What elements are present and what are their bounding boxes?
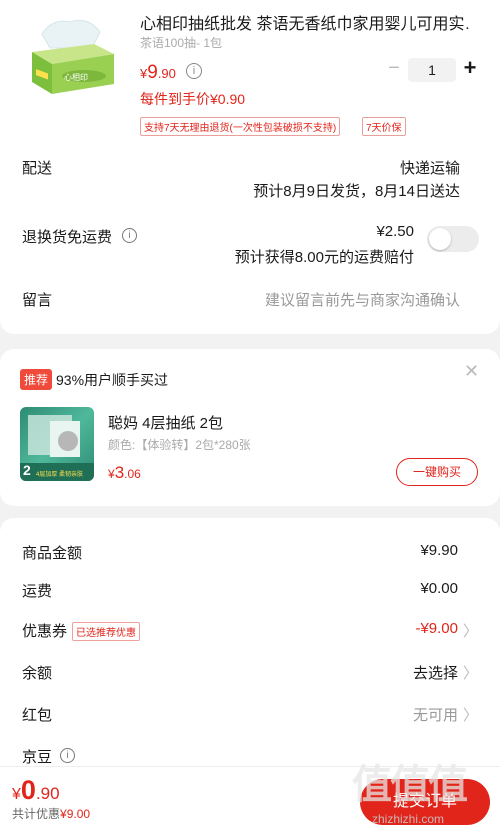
quantity-plus-button[interactable]: +: [460, 56, 480, 80]
one-click-buy-button[interactable]: 一键购买: [396, 458, 478, 486]
balance-label: 余额: [22, 665, 53, 682]
rec-price-decimal: .06: [124, 467, 141, 481]
price-integer: 9: [147, 62, 158, 83]
balance-value[interactable]: 去选择: [413, 662, 458, 683]
discount-value: ¥9.00: [60, 807, 91, 821]
jd-beans-info-icon[interactable]: i: [60, 748, 75, 763]
delivery-method[interactable]: 快递运输: [400, 157, 460, 178]
return-fee-info-icon[interactable]: i: [122, 228, 137, 243]
recommend-card: 推荐 93%用户顺手买过 ✕ 2 4层加厚 柔韧亲肤 聪妈 4层抽纸 2包 颜色…: [0, 349, 500, 506]
toggle-knob: [429, 228, 451, 250]
message-label: 留言: [22, 292, 53, 309]
coupon-label: 优惠券: [22, 623, 68, 640]
total-decimal: .90: [35, 784, 60, 803]
message-input[interactable]: 建议留言前先与商家沟通确认: [265, 289, 460, 310]
goods-amount-value: ¥9.90: [420, 542, 458, 559]
shipping-fee-label: 运费: [22, 583, 53, 600]
recommend-item-spec: 颜色:【体验转】2包*280张: [108, 438, 251, 452]
total-discount: 共计优惠¥9.00: [12, 805, 90, 822]
price-info-icon[interactable]: i: [186, 63, 202, 79]
return-fee-price: ¥2.50: [376, 223, 414, 240]
product-title[interactable]: 心相印抽纸批发 茶语无香纸巾家用婴儿可用实…: [140, 10, 470, 34]
recommend-badge: 推荐: [20, 369, 53, 390]
product-price: ¥9.90: [140, 62, 176, 84]
recommend-thumbnail[interactable]: 2 4层加厚 柔韧亲肤: [20, 407, 94, 481]
return-policy-tag: 支持7天无理由退货(一次性包装破损不支持): [140, 117, 341, 136]
goods-amount-label: 商品金额: [22, 545, 83, 562]
total-currency: ¥: [12, 786, 21, 803]
product-spec: 茶语100抽- 1包: [140, 36, 223, 50]
close-icon[interactable]: ✕: [464, 361, 479, 382]
coupon-selected-tag: 已选推荐优惠: [72, 622, 140, 641]
rec-price-currency: ¥: [108, 467, 115, 481]
thumb-count: 2: [23, 462, 31, 478]
red-packet-label: 红包: [22, 707, 53, 724]
return-fee-toggle[interactable]: [427, 226, 479, 252]
coupon-chevron-icon[interactable]: 〉: [463, 620, 478, 641]
quantity-input[interactable]: 1: [408, 58, 456, 82]
delivery-label: 配送: [22, 160, 53, 177]
quantity-minus-button[interactable]: −: [386, 58, 402, 79]
return-fee-label: 退换货免运费: [22, 229, 113, 246]
watermark-url: zhizhizhi.com: [372, 812, 445, 826]
coupon-value[interactable]: -¥9.00: [415, 620, 458, 637]
hand-price: 每件到手价¥0.90: [140, 91, 246, 107]
delivery-estimate: 预计8月9日发货，8月14日送达: [253, 183, 460, 200]
return-fee-desc: 预计获得8.00元的运费赔付: [234, 249, 414, 266]
total-price: ¥0.90: [12, 775, 60, 806]
price-protect-tag: 7天价保: [362, 117, 406, 136]
watermark-logo: 值值值: [352, 763, 468, 807]
brand-label: 心相印: [64, 73, 88, 82]
product-thumbnail[interactable]: 心相印: [22, 14, 120, 98]
balance-chevron-icon[interactable]: 〉: [463, 662, 478, 683]
discount-label: 共计优惠: [12, 807, 61, 821]
rec-price-integer: 3: [114, 463, 125, 482]
total-integer: 0: [20, 775, 36, 805]
recommend-item-price: ¥3.06: [108, 463, 141, 483]
red-packet-value: 无可用: [412, 707, 458, 724]
red-packet-chevron-icon[interactable]: 〉: [463, 704, 478, 725]
product-card: 心相印 心相印抽纸批发 茶语无香纸巾家用婴儿可用实… 茶语100抽- 1包 ¥9…: [0, 0, 500, 334]
thumb-caption: 4层加厚 柔韧亲肤: [36, 472, 84, 478]
shipping-fee-value: ¥0.00: [420, 580, 458, 597]
recommend-item-name[interactable]: 聪妈 4层抽纸 2包: [108, 412, 223, 433]
jd-beans-label: 京豆: [22, 749, 53, 766]
price-decimal: .90: [157, 66, 176, 81]
recommend-title: 93%用户顺手买过: [56, 372, 169, 388]
